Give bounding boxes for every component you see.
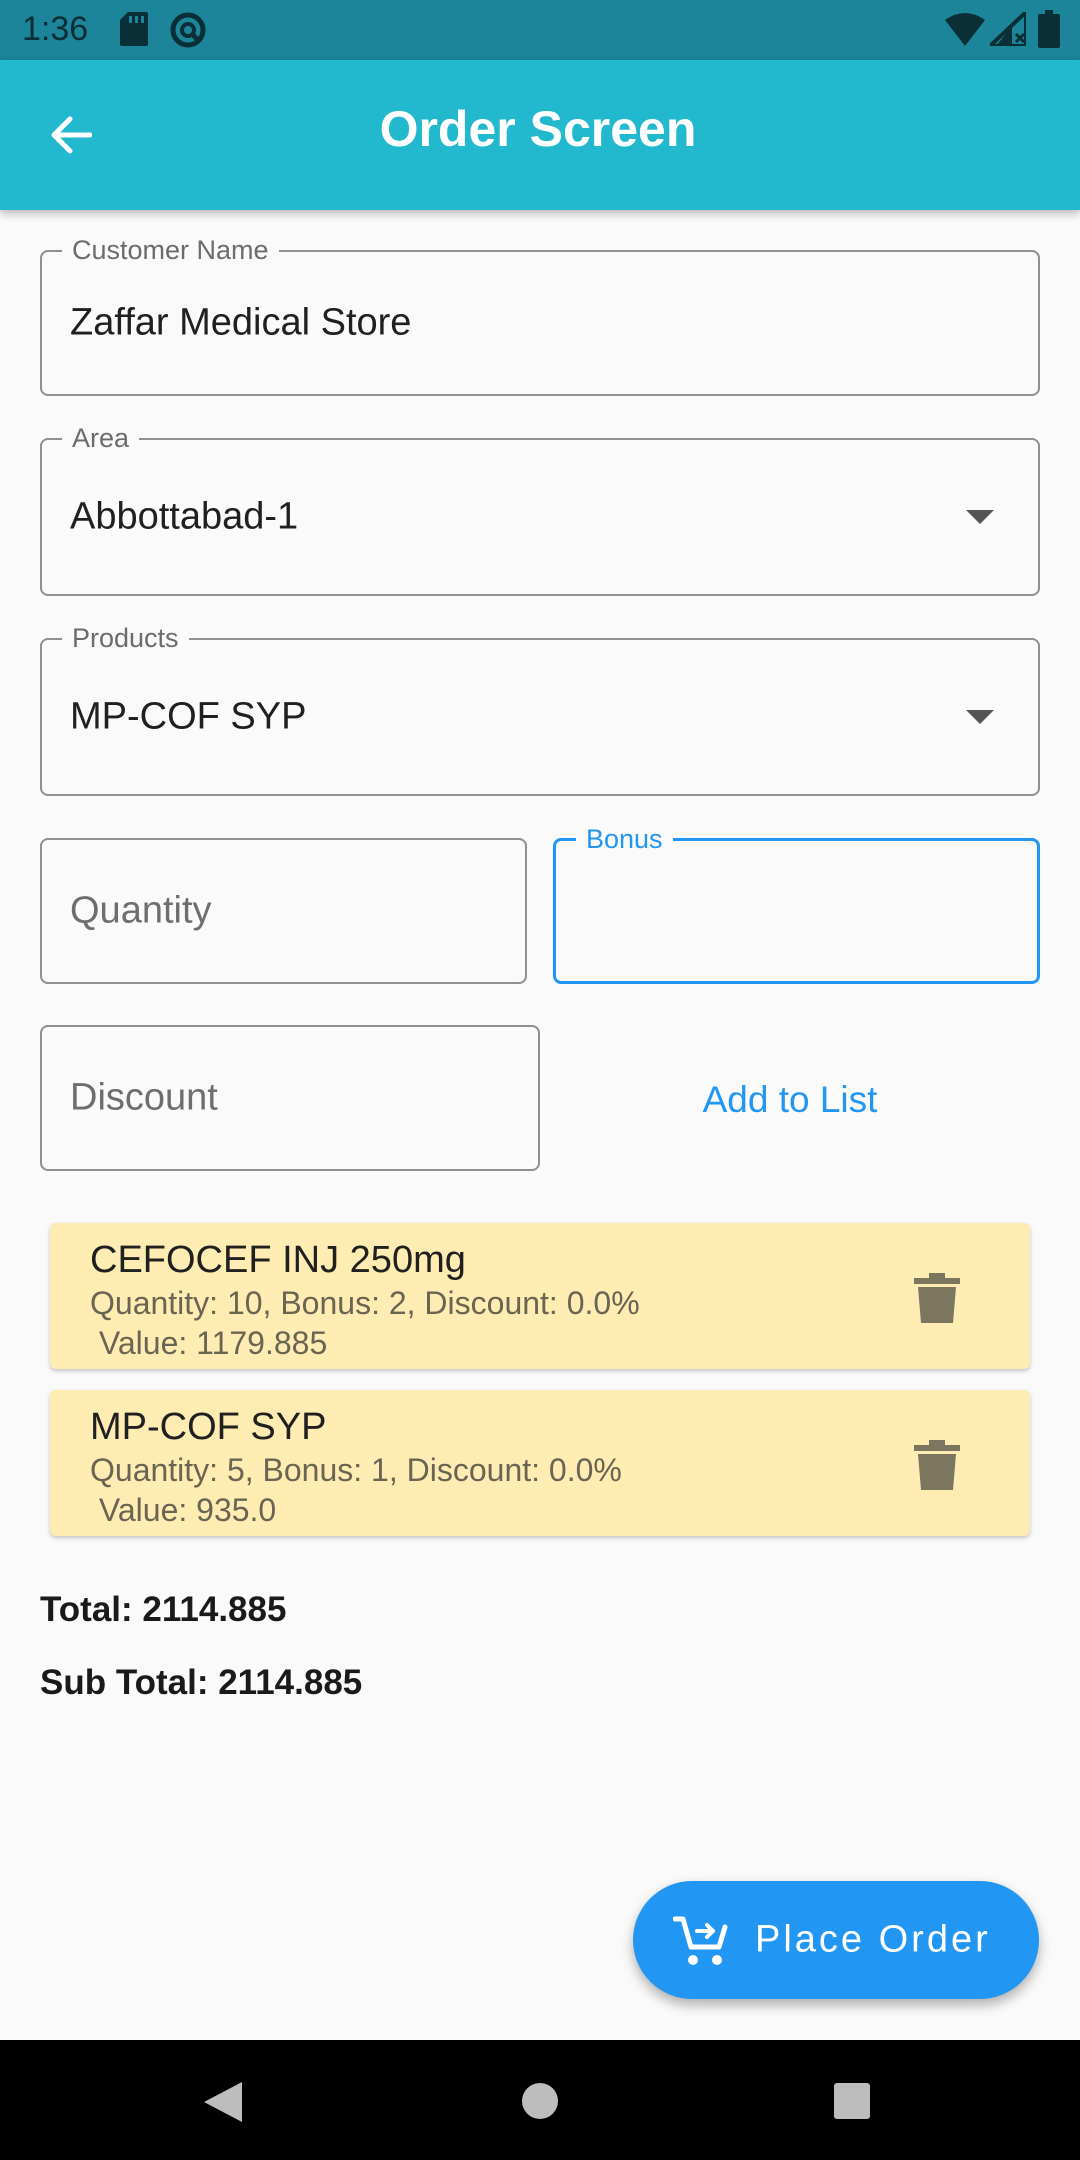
delete-icon[interactable]: [914, 1273, 960, 1323]
wifi-icon: [945, 13, 985, 46]
dropdown-arrow-icon: [966, 710, 994, 724]
dropdown-arrow-icon: [966, 510, 994, 524]
nav-recents-icon[interactable]: [834, 2083, 870, 2119]
order-item-details: Quantity: 5, Bonus: 1, Discount: 0.0% Va…: [90, 1452, 622, 1528]
quantity-placeholder: Quantity: [70, 889, 212, 932]
products-label: Products: [62, 622, 189, 654]
order-item-name: CEFOCEF INJ 250mg: [90, 1239, 466, 1281]
customer-name-label: Customer Name: [62, 234, 279, 266]
status-time: 1:36: [22, 10, 89, 48]
area-dropdown[interactable]: Area Abbottabad-1: [40, 422, 1040, 596]
delete-icon[interactable]: [914, 1440, 960, 1490]
place-order-button[interactable]: Place Order: [633, 1881, 1039, 1999]
customer-name-field[interactable]: Customer Name Zaffar Medical Store: [40, 234, 1040, 396]
cart-add-icon: [673, 1916, 728, 1965]
quantity-field[interactable]: Quantity: [40, 838, 527, 984]
nav-back-icon[interactable]: [202, 2080, 244, 2124]
battery-icon: [1038, 10, 1060, 48]
place-order-label: Place Order: [755, 1918, 991, 1961]
discount-field[interactable]: Discount: [40, 1025, 540, 1171]
bonus-field[interactable]: Bonus: [553, 823, 1040, 984]
products-value: MP-COF SYP: [70, 695, 307, 738]
bonus-label: Bonus: [576, 823, 673, 855]
page-title: Order Screen: [379, 101, 697, 157]
order-item-card: CEFOCEF INJ 250mg Quantity: 10, Bonus: 2…: [50, 1223, 1030, 1369]
add-to-list-button[interactable]: Add to List: [610, 1060, 970, 1140]
sync-circle-icon: [170, 12, 206, 48]
total-text: Total: 2114.885: [40, 1590, 287, 1629]
area-value: Abbottabad-1: [70, 495, 299, 538]
sd-card-icon: [120, 12, 148, 46]
app-bar: Order Screen: [0, 60, 1080, 210]
signal-icon: [990, 12, 1026, 46]
order-item-details: Quantity: 10, Bonus: 2, Discount: 0.0% V…: [90, 1285, 640, 1361]
sub-total-text: Sub Total: 2114.885: [40, 1663, 363, 1702]
order-item-name: MP-COF SYP: [90, 1406, 327, 1448]
customer-name-value: Zaffar Medical Store: [70, 301, 412, 344]
status-bar: 1:36: [0, 0, 1080, 60]
discount-placeholder: Discount: [70, 1076, 218, 1119]
area-label: Area: [62, 422, 140, 454]
order-item-card: MP-COF SYP Quantity: 5, Bonus: 1, Discou…: [50, 1390, 1030, 1536]
navigation-bar: [0, 2040, 1080, 2160]
nav-home-icon[interactable]: [520, 2081, 560, 2121]
products-dropdown[interactable]: Products MP-COF SYP: [40, 622, 1040, 796]
